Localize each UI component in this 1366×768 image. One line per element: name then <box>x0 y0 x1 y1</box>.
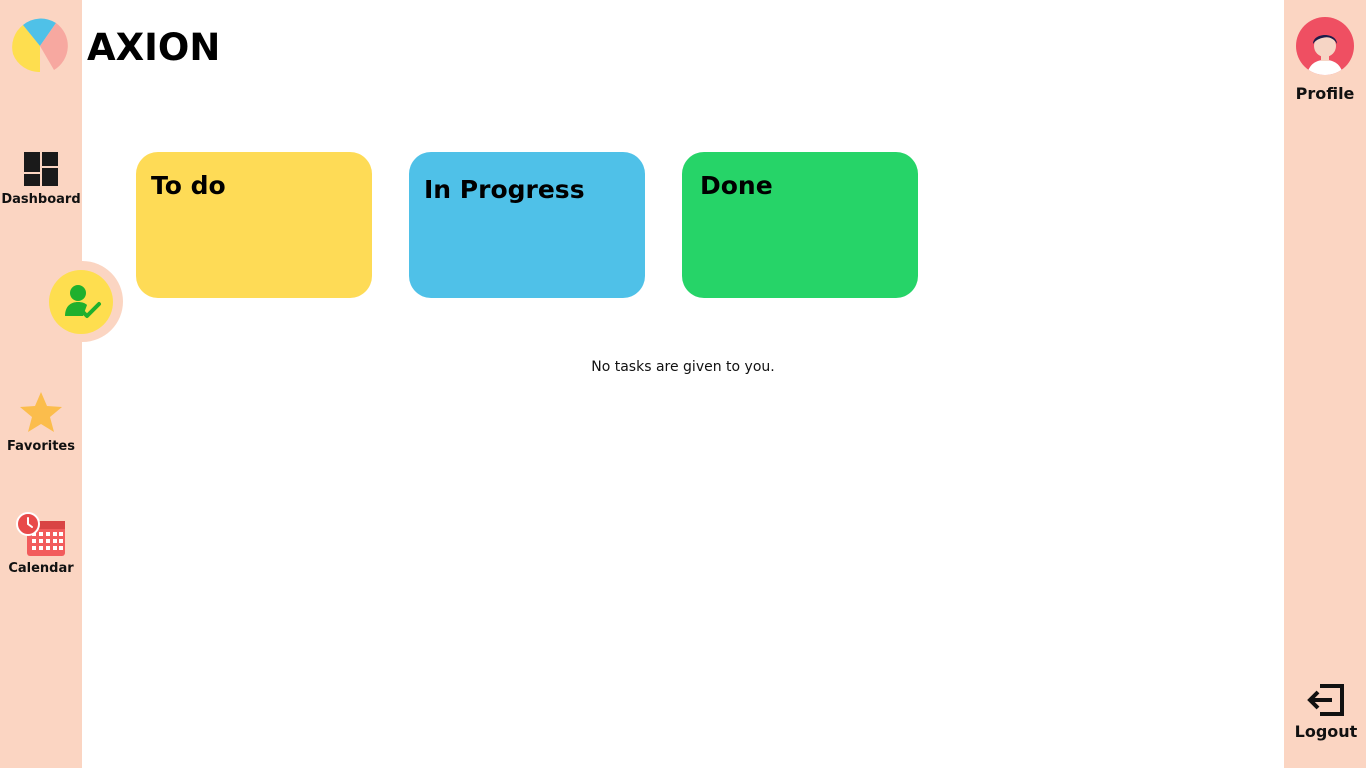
column-in-progress[interactable]: In Progress <box>409 152 645 298</box>
sidebar-item-my-tasks[interactable] <box>42 261 123 342</box>
column-title: In Progress <box>424 175 585 204</box>
dashboard-grid-icon <box>24 152 58 186</box>
active-bubble <box>49 270 113 334</box>
calendar-clock-icon <box>16 512 65 556</box>
logout-arrow-icon <box>1307 684 1344 716</box>
logout-button[interactable]: Logout <box>1284 682 1366 741</box>
sidebar-item-calendar[interactable]: Calendar <box>0 512 82 577</box>
sidebar-item-label: Calendar <box>8 561 74 576</box>
profile-button[interactable]: Profile <box>1284 14 1366 103</box>
avatar-icon <box>1296 17 1354 75</box>
app-title: AXION <box>87 26 221 69</box>
profile-label: Profile <box>1295 84 1355 103</box>
column-todo[interactable]: To do <box>136 152 372 298</box>
column-done[interactable]: Done <box>682 152 918 298</box>
sidebar-item-dashboard[interactable]: Dashboard <box>0 150 82 208</box>
left-sidebar <box>0 0 82 768</box>
column-title: To do <box>151 171 226 200</box>
pie-logo-icon <box>10 16 68 73</box>
star-icon <box>20 392 62 432</box>
sidebar-item-favorites[interactable]: Favorites <box>0 390 82 455</box>
sidebar-item-label: Favorites <box>7 439 75 454</box>
empty-tasks-message: No tasks are given to you. <box>591 359 775 375</box>
user-check-icon <box>65 285 101 318</box>
sidebar-item-label: Dashboard <box>1 192 81 207</box>
right-sidebar <box>1284 0 1366 768</box>
column-title: Done <box>700 171 773 200</box>
logout-label: Logout <box>1294 722 1358 741</box>
